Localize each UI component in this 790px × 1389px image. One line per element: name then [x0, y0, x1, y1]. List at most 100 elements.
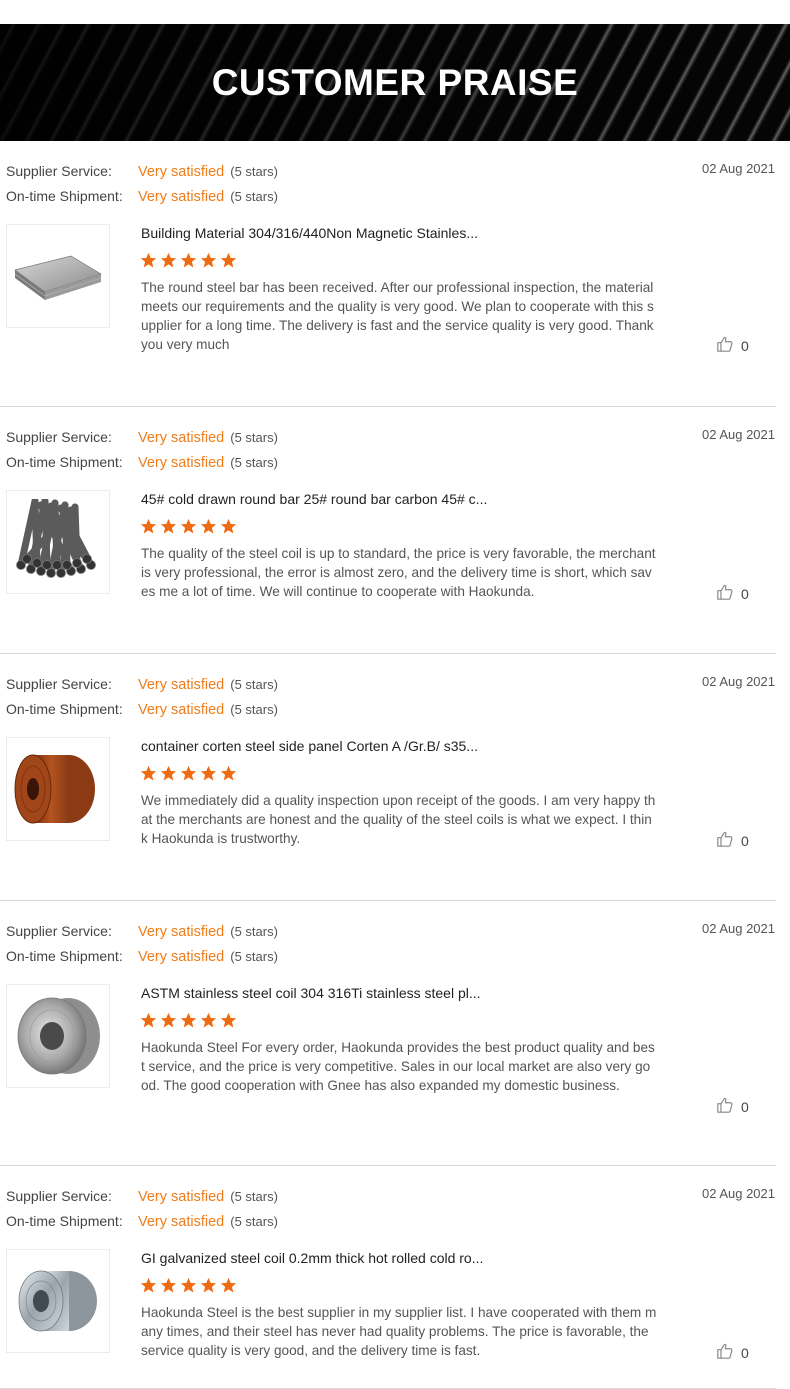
ontime-shipment-stars: (5 stars): [230, 949, 278, 964]
star-rating: [140, 1012, 237, 1034]
ontime-shipment-value: Very satisfied: [138, 702, 225, 718]
review-text: The round steel bar has been received. A…: [141, 280, 654, 352]
star-icon: [160, 1277, 177, 1299]
thumbs-up-icon: [716, 1342, 734, 1363]
review-date: 02 Aug 2021: [701, 161, 775, 176]
star-icon: [200, 1277, 217, 1299]
review-text: We immediately did a quality inspection …: [141, 793, 656, 846]
product-title-link[interactable]: ASTM stainless steel coil 304 316Ti stai…: [141, 985, 481, 1001]
ontime-shipment-value: Very satisfied: [138, 189, 225, 205]
thumbs-up-icon: [716, 1096, 734, 1117]
supplier-service-rating: Supplier Service: Very satisfied (5 stars): [6, 429, 278, 446]
supplier-service-value: Very satisfied: [138, 924, 225, 940]
product-thumbnail[interactable]: [6, 490, 110, 594]
like-count: 0: [741, 832, 749, 849]
review-date: 02 Aug 2021: [701, 1186, 775, 1201]
ontime-shipment-rating: On-time Shipment: Very satisfied (5 stars): [6, 948, 278, 965]
star-icon: [220, 252, 237, 274]
star-icon: [160, 518, 177, 540]
supplier-service-value: Very satisfied: [138, 1189, 225, 1205]
thumbs-up-icon: [716, 583, 734, 604]
supplier-service-rating: Supplier Service: Very satisfied (5 stars): [6, 1188, 278, 1205]
thumbs-up-icon: [716, 335, 734, 356]
supplier-service-value: Very satisfied: [138, 164, 225, 180]
review-date: 02 Aug 2021: [701, 427, 775, 442]
product-title-link[interactable]: Building Material 304/316/440Non Magneti…: [141, 225, 478, 241]
product-thumbnail[interactable]: [6, 224, 110, 328]
round-bars-image: [16, 499, 96, 578]
review-text: The quality of the steel coil is up to s…: [141, 546, 656, 599]
supplier-service-label: Supplier Service:: [6, 676, 112, 692]
like-button[interactable]: 0: [716, 830, 749, 851]
supplier-service-label: Supplier Service:: [6, 1188, 112, 1204]
product-thumbnail[interactable]: [6, 984, 110, 1088]
star-icon: [140, 765, 157, 787]
ontime-shipment-value: Very satisfied: [138, 1214, 225, 1230]
ontime-shipment-rating: On-time Shipment: Very satisfied (5 stars): [6, 454, 278, 471]
like-button[interactable]: 0: [716, 335, 749, 356]
review-card: Supplier Service: Very satisfied (5 stars)…: [0, 654, 776, 901]
product-title-link[interactable]: GI galvanized steel coil 0.2mm thick hot…: [141, 1250, 483, 1266]
ontime-shipment-label: On-time Shipment:: [6, 948, 123, 964]
star-icon: [180, 1012, 197, 1034]
star-icon: [140, 1012, 157, 1034]
ontime-shipment-stars: (5 stars): [230, 189, 278, 204]
supplier-service-stars: (5 stars): [230, 430, 278, 445]
ontime-shipment-rating: On-time Shipment: Very satisfied (5 stars): [6, 1213, 278, 1230]
ontime-shipment-stars: (5 stars): [230, 702, 278, 717]
review-date: 02 Aug 2021: [701, 921, 775, 936]
review-text: Haokunda Steel For every order, Haokunda…: [141, 1040, 655, 1093]
thumbs-up-icon: [716, 830, 734, 851]
ontime-shipment-stars: (5 stars): [230, 1214, 278, 1229]
product-title-link[interactable]: container corten steel side panel Corten…: [141, 738, 478, 754]
review-card: Supplier Service: Very satisfied (5 stars)…: [0, 407, 776, 654]
star-icon: [200, 518, 217, 540]
ontime-shipment-label: On-time Shipment:: [6, 454, 123, 470]
star-icon: [220, 1277, 237, 1299]
star-icon: [200, 1012, 217, 1034]
customer-praise-banner: CUSTOMER PRAISE: [0, 24, 790, 141]
ontime-shipment-label: On-time Shipment:: [6, 188, 123, 204]
product-title-link[interactable]: 45# cold drawn round bar 25# round bar c…: [141, 491, 487, 507]
supplier-service-rating: Supplier Service: Very satisfied (5 stars): [6, 676, 278, 693]
supplier-service-rating: Supplier Service: Very satisfied (5 stars): [6, 163, 278, 180]
star-icon: [180, 518, 197, 540]
star-icon: [140, 252, 157, 274]
ontime-shipment-rating: On-time Shipment: Very satisfied (5 stars): [6, 701, 278, 718]
star-icon: [220, 765, 237, 787]
ontime-shipment-label: On-time Shipment:: [6, 1213, 123, 1229]
star-rating: [140, 518, 237, 540]
review-card: Supplier Service: Very satisfied (5 stars)…: [0, 1166, 776, 1389]
star-icon: [140, 518, 157, 540]
galvanized-coil-image: [18, 1270, 97, 1332]
supplier-service-value: Very satisfied: [138, 430, 225, 446]
star-icon: [200, 252, 217, 274]
supplier-service-stars: (5 stars): [230, 677, 278, 692]
review-card: Supplier Service: Very satisfied (5 stars)…: [0, 141, 776, 407]
like-count: 0: [741, 585, 749, 602]
ontime-shipment-stars: (5 stars): [230, 455, 278, 470]
like-button[interactable]: 0: [716, 1342, 749, 1363]
top-spacer: [0, 0, 790, 24]
star-rating: [140, 252, 237, 274]
star-icon: [200, 765, 217, 787]
ontime-shipment-value: Very satisfied: [138, 455, 225, 471]
supplier-service-label: Supplier Service:: [6, 163, 112, 179]
product-thumbnail[interactable]: [6, 737, 110, 841]
review-text: Haokunda Steel is the best supplier in m…: [141, 1305, 657, 1358]
star-icon: [140, 1277, 157, 1299]
supplier-service-stars: (5 stars): [230, 1189, 278, 1204]
star-rating: [140, 1277, 237, 1299]
like-button[interactable]: 0: [716, 583, 749, 604]
review-card: Supplier Service: Very satisfied (5 stars)…: [0, 901, 776, 1166]
supplier-service-label: Supplier Service:: [6, 429, 112, 445]
corten-coil-image: [14, 754, 95, 824]
ontime-shipment-value: Very satisfied: [138, 949, 225, 965]
review-date: 02 Aug 2021: [701, 674, 775, 689]
banner-title: CUSTOMER PRAISE: [211, 61, 579, 103]
review-list: Supplier Service: Very satisfied (5 stars)…: [0, 141, 790, 1389]
star-icon: [160, 252, 177, 274]
star-icon: [220, 1012, 237, 1034]
product-thumbnail[interactable]: [6, 1249, 110, 1353]
like-button[interactable]: 0: [716, 1096, 749, 1117]
